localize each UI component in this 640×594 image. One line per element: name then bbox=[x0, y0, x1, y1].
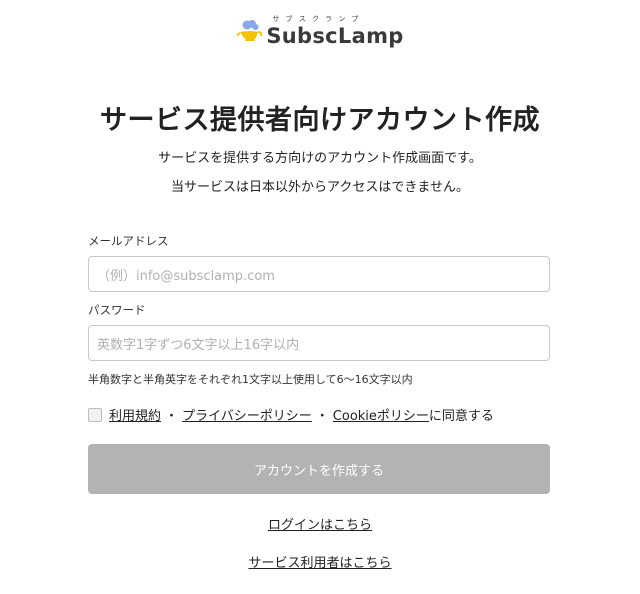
logo-name: SubscLamp bbox=[266, 24, 404, 48]
logo-inner: サブスクランプ SubscLamp bbox=[236, 14, 403, 48]
cookie-policy-link[interactable]: Cookieポリシー bbox=[333, 405, 429, 424]
page-description-1: サービスを提供する方向けのアカウント作成画面です。 bbox=[158, 151, 482, 166]
login-link-row: ログインはこちら bbox=[0, 514, 640, 533]
separator: ・ bbox=[165, 409, 179, 424]
service-user-link[interactable]: サービス利用者はこちら bbox=[248, 556, 391, 571]
create-account-button[interactable]: アカウントを作成する bbox=[88, 444, 550, 494]
create-account-label: アカウントを作成する bbox=[253, 463, 384, 479]
email-placeholder: （例）info@subsclamp.com bbox=[97, 268, 275, 284]
agreement-row: 利用規約 ・ プライバシーポリシー ・ Cookieポリシー に同意する bbox=[88, 405, 494, 424]
password-label: パスワード bbox=[88, 303, 146, 317]
logo-text-wrap: サブスクランプ SubscLamp bbox=[266, 14, 403, 48]
terms-link[interactable]: 利用規約 bbox=[109, 405, 161, 424]
logo-ruby: サブスクランプ bbox=[272, 15, 365, 23]
page-description-2: 当サービスは日本以外からアクセスはできません。 bbox=[171, 180, 469, 195]
login-link[interactable]: ログインはこちら bbox=[268, 518, 372, 533]
page-title: サービス提供者向けアカウント作成 bbox=[100, 105, 540, 136]
lamp-logo-icon bbox=[237, 20, 263, 41]
password-hint: 半角数字と半角英字をそれぞれ1文字以上使用して6〜16文字以内 bbox=[88, 373, 413, 386]
agree-suffix: に同意する bbox=[428, 409, 494, 424]
logo[interactable]: サブスクランプ SubscLamp bbox=[0, 14, 640, 48]
email-field[interactable]: （例）info@subsclamp.com bbox=[88, 256, 550, 292]
password-field[interactable]: 英数字1字ずつ6文字以上16字以内 bbox=[88, 325, 550, 361]
privacy-policy-link[interactable]: プライバシーポリシー bbox=[182, 405, 312, 424]
email-label: メールアドレス bbox=[88, 234, 169, 248]
agree-checkbox[interactable] bbox=[88, 407, 102, 422]
separator: ・ bbox=[315, 409, 329, 424]
user-link-row: サービス利用者はこちら bbox=[0, 552, 640, 571]
password-placeholder: 英数字1字ずつ6文字以上16字以内 bbox=[97, 337, 300, 353]
